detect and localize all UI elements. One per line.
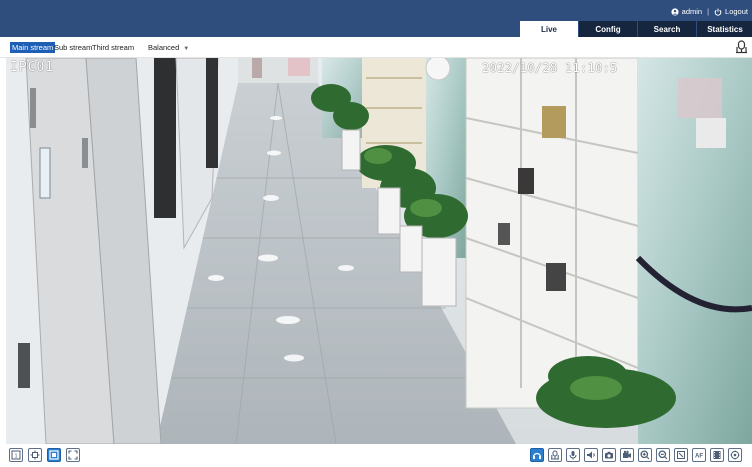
- ptz-icon: [730, 450, 740, 460]
- live-video-view[interactable]: IPC01 2022/10/28 11:10:5: [6, 58, 752, 444]
- zoom-out-icon: [658, 450, 668, 460]
- user-icon: [671, 7, 679, 16]
- username: admin: [681, 7, 703, 16]
- sub-stream-button[interactable]: Sub stream: [52, 42, 94, 53]
- separator: |: [707, 7, 710, 16]
- ptz-button[interactable]: [728, 448, 742, 462]
- third-stream-button[interactable]: Third stream: [90, 42, 136, 53]
- chevron-down-icon: ▼: [183, 46, 190, 52]
- record-button[interactable]: [620, 448, 634, 462]
- speaker-button[interactable]: [584, 448, 598, 462]
- osd-timestamp: 2022/10/28 11:10:5: [482, 60, 618, 75]
- fullscreen-button[interactable]: [66, 448, 80, 462]
- audio-button[interactable]: [530, 448, 544, 462]
- tab-search[interactable]: Search: [638, 21, 696, 37]
- tab-config[interactable]: Config: [579, 21, 637, 37]
- snapshot-button[interactable]: [602, 448, 616, 462]
- svg-text:AF: AF: [695, 454, 703, 460]
- af-button[interactable]: AF: [692, 448, 706, 462]
- tab-statistics[interactable]: Statistics: [697, 21, 752, 37]
- talk-icon: [551, 450, 559, 460]
- logout-link[interactable]: Logout: [725, 7, 748, 16]
- camera-feed: [6, 58, 752, 444]
- snapshot-icon: [605, 451, 613, 459]
- record-icon: [623, 450, 631, 458]
- top-header: admin | Logout Live Config Search Statis…: [0, 0, 752, 37]
- stretch-icon: [49, 450, 59, 460]
- zoom-out-button[interactable]: [656, 448, 670, 462]
- original-size-icon: 1: [11, 450, 21, 460]
- osd-camera-name: IPC01: [10, 60, 55, 75]
- quality-value: Balanced: [148, 43, 180, 52]
- svg-text:1: 1: [14, 453, 17, 459]
- original-size-button[interactable]: 1: [9, 448, 23, 462]
- fit-window-icon: [30, 450, 40, 460]
- 3d-position-icon: [677, 451, 685, 459]
- audio-icon: [532, 452, 542, 459]
- microphone-button[interactable]: [566, 448, 580, 462]
- zoom-in-button[interactable]: [638, 448, 652, 462]
- stretch-button[interactable]: [47, 448, 61, 462]
- power-icon[interactable]: [714, 8, 722, 16]
- af-icon: AF: [695, 454, 703, 460]
- stream-toolbar: Main stream Sub stream Third stream Bala…: [0, 37, 752, 58]
- 3d-position-button[interactable]: [674, 448, 688, 462]
- fit-window-button[interactable]: [28, 448, 42, 462]
- film-button[interactable]: [710, 448, 724, 462]
- main-tabs: Live Config Search Statistics: [520, 21, 752, 37]
- user-area: admin | Logout: [671, 7, 748, 16]
- main-stream-button[interactable]: Main stream: [10, 42, 56, 53]
- talk-button[interactable]: [548, 448, 562, 462]
- fullscreen-icon: [68, 450, 78, 460]
- zoom-in-icon: [640, 450, 650, 460]
- microphone-icon: [569, 451, 577, 460]
- intercom-icon[interactable]: [735, 40, 748, 54]
- quality-select[interactable]: Balanced ▼: [148, 42, 189, 55]
- speaker-icon: [587, 451, 595, 459]
- film-icon: [713, 451, 721, 459]
- tab-live[interactable]: Live: [520, 21, 578, 37]
- bottom-toolbar: 1 AF: [0, 444, 752, 467]
